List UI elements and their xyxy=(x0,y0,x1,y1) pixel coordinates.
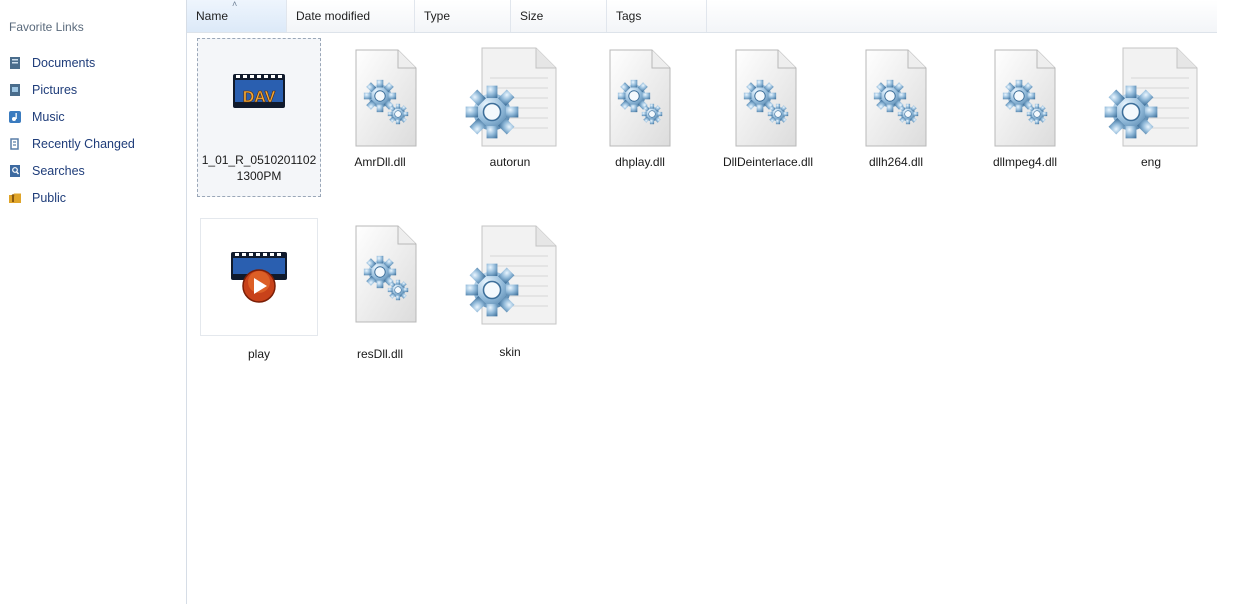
column-header-label: Size xyxy=(520,9,544,23)
file-item[interactable]: dllh264.dll xyxy=(846,42,946,170)
file-name: play xyxy=(247,347,270,361)
sidebar-item-label: Searches xyxy=(32,163,85,178)
sidebar-item-pictures[interactable]: Pictures xyxy=(8,76,135,103)
column-header-label: Name xyxy=(196,9,229,23)
file-name: DllDeinterlace.dll xyxy=(722,155,814,169)
pictures-icon xyxy=(8,83,22,97)
dll-gear-icon xyxy=(598,42,682,152)
file-item[interactable]: resDll.dll xyxy=(330,222,430,362)
music-icon xyxy=(8,110,22,124)
file-name: dllmpeg4.dll xyxy=(992,155,1058,169)
dav-video-icon: DAV xyxy=(219,60,299,130)
config-gear-icon xyxy=(460,222,560,332)
favorite-links-list: Documents Pictures Music Recently Change… xyxy=(8,49,135,211)
sidebar-item-label: Recently Changed xyxy=(32,136,135,151)
file-name: dllh264.dll xyxy=(868,155,924,169)
file-name: AmrDll.dll xyxy=(354,155,406,169)
column-header-bar: ˄ Name Date modified Type Size Tags xyxy=(187,0,1217,33)
sort-ascending-icon: ˄ xyxy=(232,0,238,9)
file-name: dhplay.dll xyxy=(615,155,665,169)
column-header-name[interactable]: ˄ Name xyxy=(187,0,287,32)
sidebar-item-music[interactable]: Music xyxy=(8,103,135,130)
column-header-label: Tags xyxy=(616,9,642,23)
file-item[interactable]: dllmpeg4.dll xyxy=(975,42,1075,170)
column-header-label: Date modified xyxy=(296,9,371,23)
sidebar-item-searches[interactable]: Searches xyxy=(8,157,135,184)
documents-icon xyxy=(8,56,22,70)
dll-gear-icon xyxy=(983,42,1067,152)
file-item[interactable]: AmrDll.dll xyxy=(330,42,430,170)
column-header-label: Type xyxy=(424,9,451,23)
recently-changed-icon xyxy=(8,137,22,151)
file-name: resDll.dll xyxy=(356,347,403,361)
file-item[interactable]: eng xyxy=(1096,42,1206,170)
public-folder-icon xyxy=(8,191,22,205)
column-header-date-modified[interactable]: Date modified xyxy=(287,0,415,32)
dll-gear-icon xyxy=(854,42,938,152)
favorite-links-title: Favorite Links xyxy=(9,20,84,34)
sidebar-item-recently-changed[interactable]: Recently Changed xyxy=(8,130,135,157)
searches-icon xyxy=(8,164,22,178)
config-gear-icon xyxy=(1101,42,1201,152)
file-item[interactable]: DllDeinterlace.dll xyxy=(708,42,828,170)
favorite-links-pane: Favorite Links Documents Pictures Music … xyxy=(0,0,187,604)
file-item[interactable]: skin xyxy=(455,222,565,360)
file-item[interactable]: dhplay.dll xyxy=(590,42,690,170)
file-name: eng xyxy=(1140,155,1162,169)
sidebar-item-public[interactable]: Public xyxy=(8,184,135,211)
config-gear-icon xyxy=(460,42,560,152)
player-app-icon xyxy=(219,246,299,308)
dll-gear-icon xyxy=(338,222,422,332)
column-header-tags[interactable]: Tags xyxy=(607,0,707,32)
file-item[interactable]: play xyxy=(200,218,318,362)
sidebar-item-label: Pictures xyxy=(32,82,78,97)
file-name: 1_01_R_0510201102 1300PM xyxy=(197,152,321,184)
column-header-size[interactable]: Size xyxy=(511,0,607,32)
sidebar-item-label: Documents xyxy=(32,55,96,70)
file-name-line: 1300PM xyxy=(236,169,282,183)
dav-badge: DAV xyxy=(243,89,276,106)
dll-gear-icon xyxy=(338,42,422,152)
file-item[interactable]: DAV 1_01_R_0510201102 1300PM xyxy=(197,42,321,184)
file-name: autorun xyxy=(489,155,531,169)
sidebar-item-documents[interactable]: Documents xyxy=(8,49,135,76)
dll-gear-icon xyxy=(726,42,810,152)
file-name: skin xyxy=(499,345,521,359)
file-name-line: 1_01_R_0510201102 xyxy=(201,153,317,167)
file-item[interactable]: autorun xyxy=(455,42,565,170)
sidebar-item-label: Music xyxy=(32,109,65,124)
column-header-type[interactable]: Type xyxy=(415,0,511,32)
sidebar-item-label: Public xyxy=(32,190,67,205)
